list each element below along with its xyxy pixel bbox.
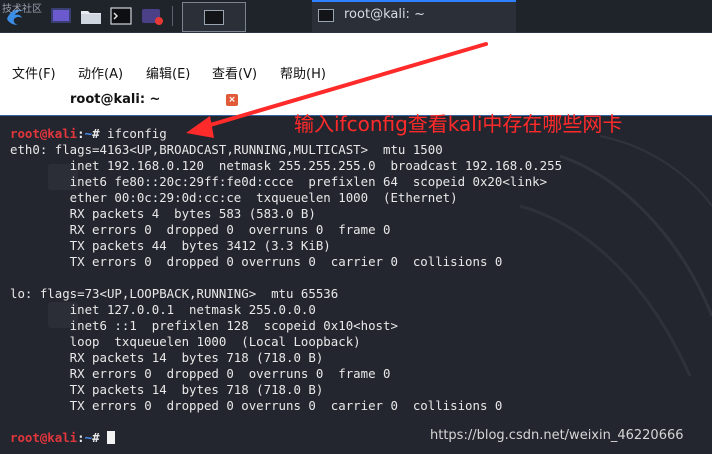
menu-edit[interactable]: 编辑(E) <box>146 63 190 82</box>
output-line: TX packets 44 bytes 3412 (3.3 KiB) <box>10 238 331 253</box>
prompt-hash: # <box>92 126 107 141</box>
blog-watermark: https://blog.csdn.net/weixin_46220666 <box>430 428 684 443</box>
output-line: inet6 ::1 prefixlen 128 scopeid 0x10<hos… <box>10 318 398 333</box>
output-line: inet 192.168.0.120 netmask 255.255.255.0… <box>10 158 563 173</box>
menu-file[interactable]: 文件(F) <box>12 63 56 82</box>
output-line: eth0: flags=4163<UP,BROADCAST,RUNNING,MU… <box>10 142 443 157</box>
taskbar-window-button[interactable]: root@kali: ~ <box>312 0 516 32</box>
prompt-line: root@kali:~# ifconfig <box>10 126 167 141</box>
prompt-separator: : <box>77 126 85 141</box>
top-panel: 技术社区 root@kali: ~ <box>0 0 712 33</box>
output-line: RX packets 14 bytes 718 (718.0 B) <box>10 350 324 365</box>
prompt-user: root@kali <box>10 126 78 141</box>
prompt-path: ~ <box>84 126 93 141</box>
menu-action[interactable]: 动作(A) <box>78 63 123 82</box>
terminal-window-icon <box>318 9 334 22</box>
taskbar-workspace-button[interactable] <box>182 2 246 32</box>
output-line: RX errors 0 dropped 0 overruns 0 frame 0 <box>10 222 391 237</box>
menu-help[interactable]: 帮助(H) <box>280 63 326 82</box>
typed-command: ifconfig <box>107 126 167 141</box>
active-indicator <box>312 0 516 2</box>
window-thumbnail-icon <box>204 10 224 25</box>
text-cursor <box>107 431 115 444</box>
output-line: RX packets 4 bytes 583 (583.0 B) <box>10 206 316 221</box>
menu-view[interactable]: 查看(V) <box>212 63 257 82</box>
prompt-separator: : <box>77 430 85 445</box>
corner-watermark-text: 技术社区 <box>2 4 42 15</box>
output-line: TX packets 14 bytes 718 (718.0 B) <box>10 382 324 397</box>
output-line: inet6 fe80::20c:29ff:fe0d:ccce prefixlen… <box>10 174 548 189</box>
output-line: TX errors 0 dropped 0 overruns 0 carrier… <box>10 398 503 413</box>
terminal-window-chrome: 文件(F) 动作(A) 编辑(E) 查看(V) 帮助(H) root@kali:… <box>0 33 712 118</box>
tab-title[interactable]: root@kali: ~ <box>70 92 160 107</box>
taskbar-window-title: root@kali: ~ <box>344 7 425 22</box>
output-line: ether 00:0c:29:0d:cc:ce txqueuelen 1000 … <box>10 190 458 205</box>
terminal-icon[interactable] <box>110 6 132 26</box>
panel-separator <box>172 6 173 26</box>
prompt-user: root@kali <box>10 430 78 445</box>
prompt-path: ~ <box>84 430 93 445</box>
prompt-hash: # <box>92 430 107 445</box>
terminal-area[interactable]: root@kali:~# ifconfig eth0: flags=4163<U… <box>0 116 712 454</box>
output-line: TX errors 0 dropped 0 overruns 0 carrier… <box>10 254 503 269</box>
output-line: lo: flags=73<UP,LOOPBACK,RUNNING> mtu 65… <box>10 286 339 301</box>
output-line: RX errors 0 dropped 0 overruns 0 frame 0 <box>10 366 391 381</box>
desktop-icon[interactable] <box>50 6 72 26</box>
prompt-line-current: root@kali:~# <box>10 430 115 445</box>
annotation-text: 输入ifconfig查看kali中存在哪些网卡 <box>294 112 623 136</box>
output-line: inet 127.0.0.1 netmask 255.0.0.0 <box>10 302 316 317</box>
output-line: loop txqueuelen 1000 (Local Loopback) <box>10 334 361 349</box>
tab-close-icon[interactable]: × <box>226 94 238 106</box>
folder-icon[interactable] <box>80 6 102 26</box>
screen-recorder-icon[interactable] <box>141 6 163 26</box>
